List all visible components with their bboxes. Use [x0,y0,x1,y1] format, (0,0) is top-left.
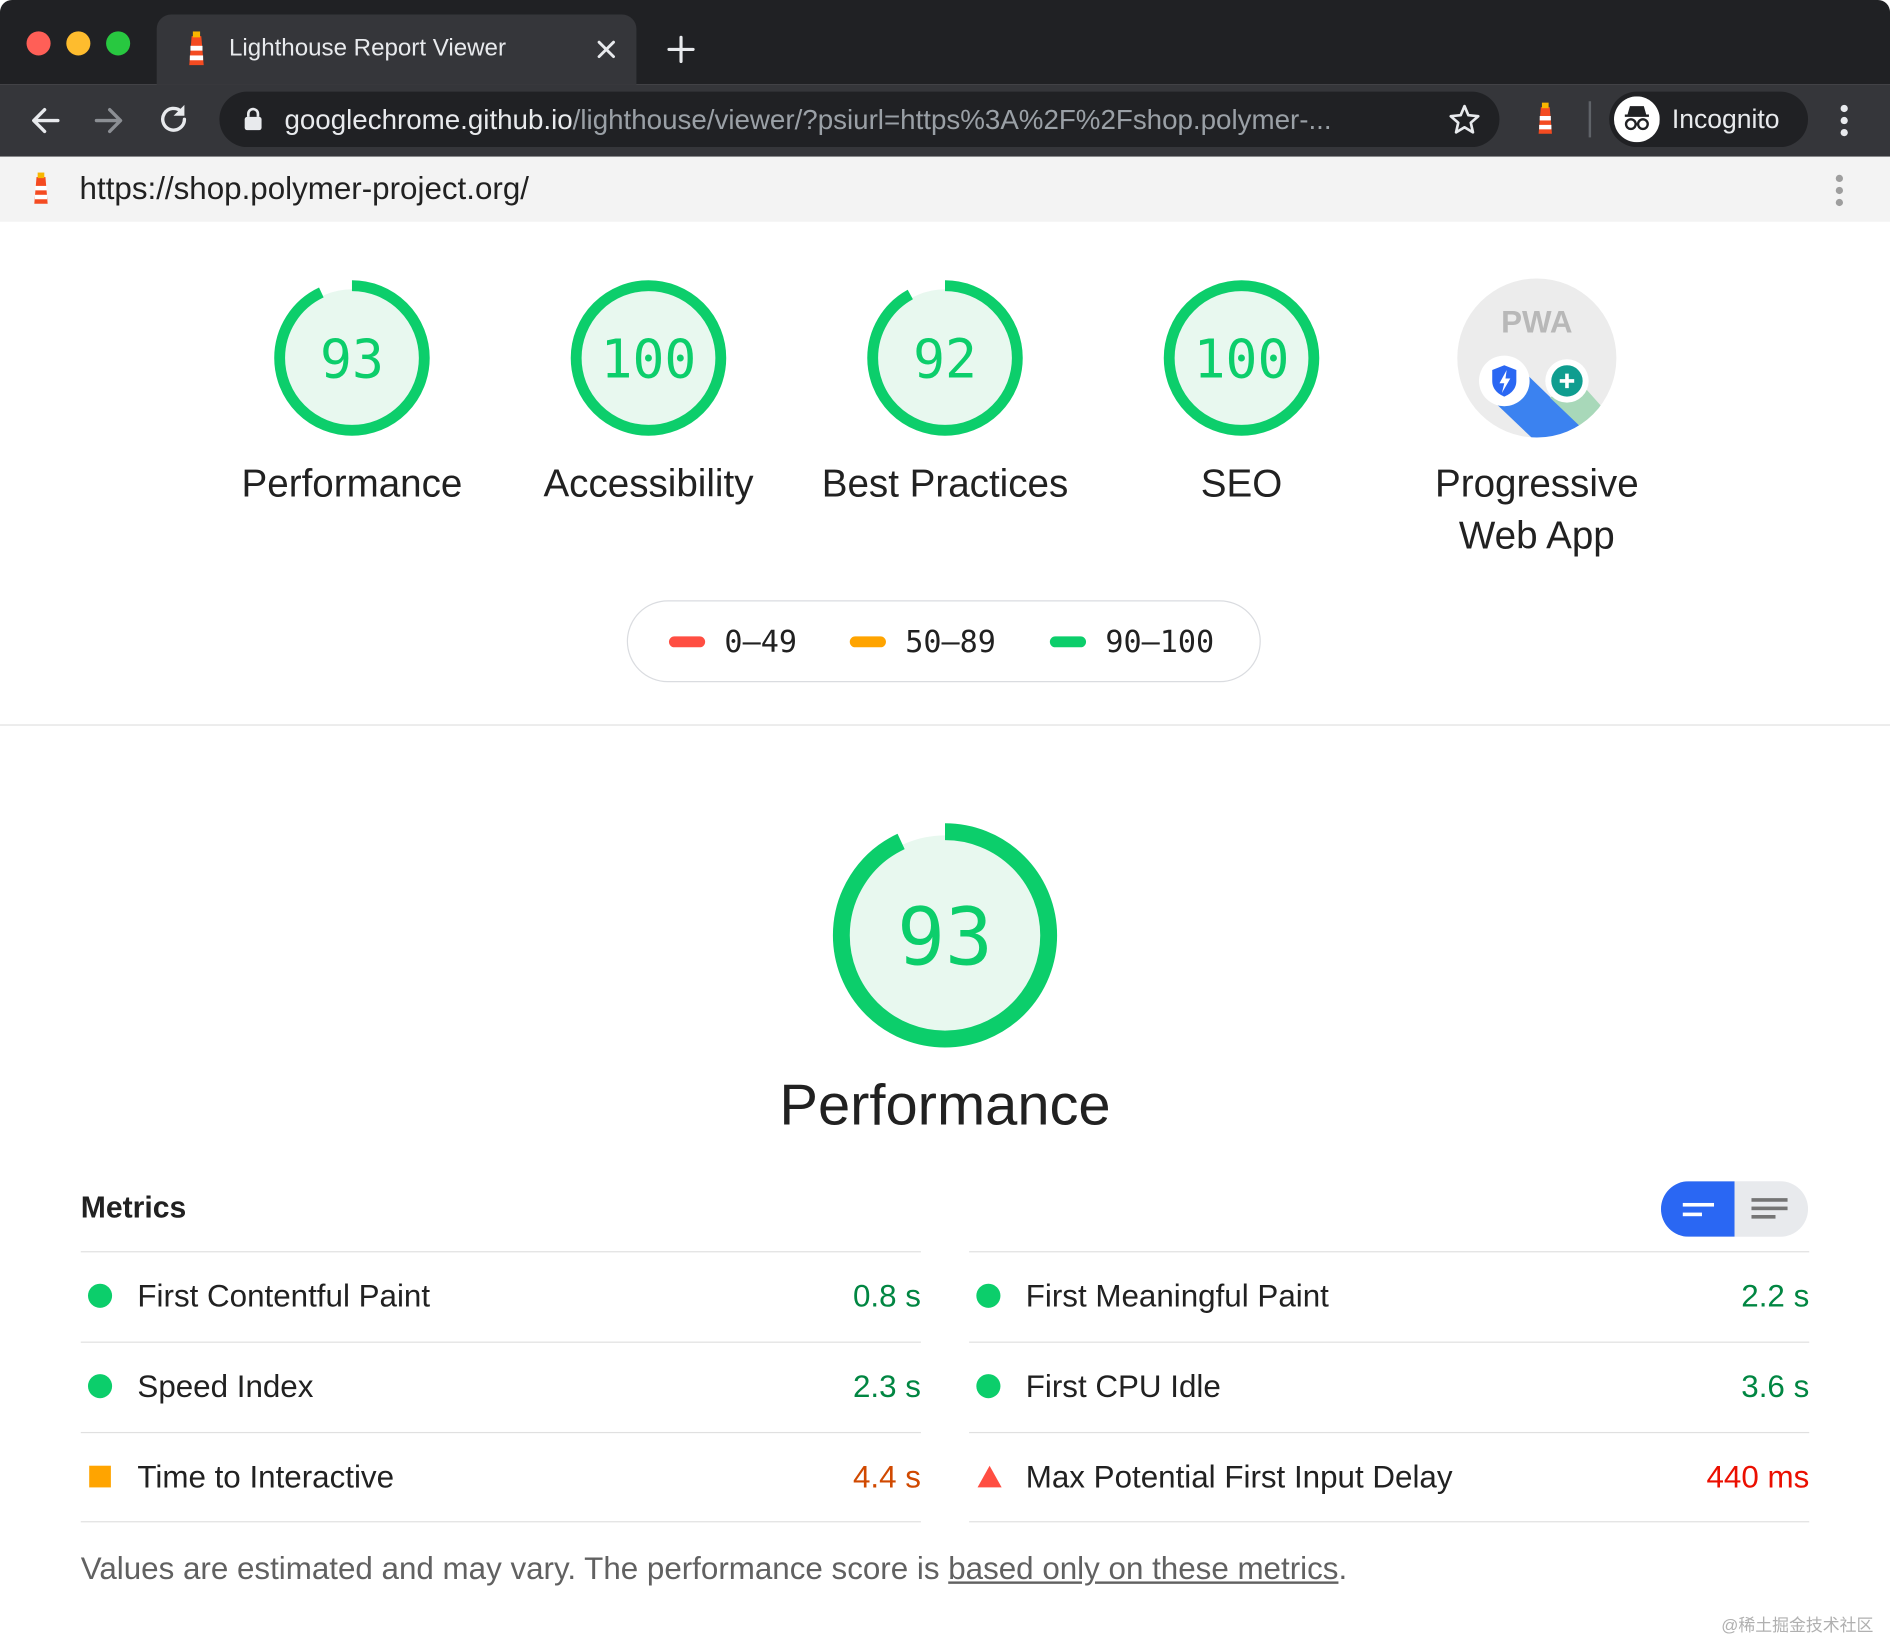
reload-icon[interactable] [157,102,191,136]
incognito-icon [1613,96,1660,143]
metric-row: First Meaningful Paint 2.2 s [969,1251,1809,1341]
report-page-url[interactable]: https://shop.polymer-project.org/ [80,170,529,207]
new-tab-button[interactable] [667,35,696,64]
maximize-window-button[interactable] [106,31,131,56]
url-text: googlechrome.github.io/lighthouse/viewer… [284,104,1331,137]
lock-icon [244,107,262,131]
gauge-pwa[interactable]: PWA [1456,277,1618,439]
metric-value: 4.4 s [852,1458,921,1495]
browser-window: Lighthouse Report Viewer googlechrome.gi… [0,0,1890,1642]
metric-label: Time to Interactive [137,1458,395,1495]
average-square-icon [89,1465,111,1488]
metric-row: Time to Interactive 4.4 s [81,1432,921,1522]
metric-label: First Contentful Paint [137,1277,431,1314]
close-window-button[interactable] [26,31,51,56]
pwa-label-line1: Progressive [1435,461,1639,506]
url-path: /lighthouse/viewer/?psiurl=https%3A%2F%2… [572,103,1332,136]
gauge-label-pwa: Progressive Web App [1392,458,1681,562]
legend-range-fail: 0–49 [724,624,798,660]
gauge-label-seo: SEO [1200,461,1283,506]
metrics-view-toggle[interactable] [1660,1181,1809,1237]
fail-triangle-icon [977,1465,1002,1488]
close-tab-icon[interactable] [595,39,617,61]
metric-label: Max Potential First Input Delay [1025,1458,1453,1495]
fail-triangle-shape [977,1465,1002,1488]
url-host: googlechrome.github.io [284,103,573,136]
metric-label: Speed Index [137,1368,314,1405]
metric-row: First CPU Idle 3.6 s [969,1342,1809,1432]
main-performance-title: Performance [779,1073,1111,1138]
legend-swatch-pass [1049,635,1087,647]
report-menu-icon[interactable] [1827,171,1851,210]
report-topbar: https://shop.polymer-project.org/ [0,156,1890,222]
footnote-text: Values are estimated and may vary. The p… [80,1550,949,1587]
gauge-score: 92 [913,328,977,390]
metric-value: 0.8 s [852,1277,921,1314]
gauge-label-accessibility: Accessibility [543,461,754,506]
main-gauge-score: 93 [897,890,993,983]
pass-circle-icon [87,1374,113,1399]
footnote-link[interactable]: based only on these metrics [948,1550,1338,1586]
pwa-badge-text: PWA [1501,305,1572,340]
pwa-badge-icon: PWA [1457,278,1617,438]
back-arrow-icon[interactable] [29,104,63,138]
gauge-best-practices[interactable]: 92 [864,277,1026,439]
legend-item-fail: 0–49 [668,624,798,660]
incognito-indicator[interactable]: Incognito [1609,91,1809,148]
gauge-accessibility[interactable]: 100 [568,277,730,439]
minimize-window-button[interactable] [66,31,91,56]
lighthouse-logo-icon [34,172,48,204]
gauge-score: 100 [601,328,697,390]
pass-circle-icon [976,1374,1001,1399]
legend-item-pass: 90–100 [1049,624,1215,660]
metrics-heading: Metrics [80,1190,187,1225]
pass-circle-icon [87,1283,113,1308]
legend-swatch-fail [668,635,706,647]
legend-item-average: 50–89 [849,624,996,660]
metric-row: Speed Index 2.3 s [81,1342,921,1432]
compact-view-icon [1682,1202,1715,1217]
legend-swatch-average [849,635,886,647]
gauge-seo[interactable]: 100 [1161,277,1323,439]
footnote-end: . [1338,1550,1348,1587]
metric-value: 3.6 s [1741,1368,1810,1405]
gauge-score: 100 [1194,328,1290,390]
tab-lighthouse-report-viewer[interactable]: Lighthouse Report Viewer [156,14,637,85]
metric-value: 2.2 s [1741,1277,1810,1314]
gauge-score: 93 [320,328,384,390]
metric-value: 440 ms [1706,1458,1810,1495]
toolbar-separator [1588,101,1592,138]
bookmark-star-icon[interactable] [1449,104,1480,135]
title-bar: Lighthouse Report Viewer [0,0,1890,85]
tab-title: Lighthouse Report Viewer [229,34,506,62]
section-divider [0,724,1890,726]
toggle-compact-view[interactable] [1660,1181,1735,1237]
browser-menu-icon[interactable] [1832,101,1856,140]
metrics-footnote: Values are estimated and may vary. The p… [81,1550,1347,1587]
watermark: @稀土掘金技术社区 [1721,1615,1874,1635]
gauge-performance[interactable]: 93 [271,277,433,439]
metric-label: First CPU Idle [1025,1368,1221,1405]
pass-circle-icon [976,1283,1001,1308]
forward-arrow-icon[interactable] [92,104,126,138]
main-performance-gauge: 93 [832,823,1058,1048]
score-legend: 0–49 50–89 90–100 [626,600,1261,683]
metric-value: 2.3 s [852,1368,921,1405]
legend-range-pass: 90–100 [1105,624,1215,660]
legend-range-average: 50–89 [905,624,996,660]
metric-row: First Contentful Paint 0.8 s [81,1251,921,1341]
gauge-label-performance: Performance [241,461,463,506]
incognito-label: Incognito [1671,103,1780,134]
metric-row: Max Potential First Input Delay 440 ms [969,1432,1809,1522]
metric-label: First Meaningful Paint [1025,1277,1329,1314]
gauge-label-best-practices: Best Practices [821,461,1069,506]
expanded-view-icon[interactable] [1751,1196,1790,1223]
lighthouse-icon [189,31,204,66]
lighthouse-extension-icon[interactable] [1531,101,1560,137]
address-bar[interactable]: googlechrome.github.io/lighthouse/viewer… [219,91,1500,148]
pwa-label-line2: Web App [1458,513,1615,557]
toolbar: googlechrome.github.io/lighthouse/viewer… [0,84,1890,157]
